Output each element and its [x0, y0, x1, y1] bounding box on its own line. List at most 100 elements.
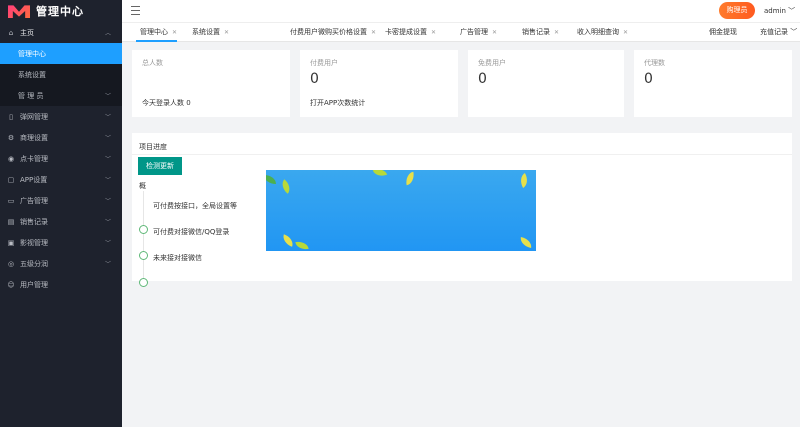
sidebar-item-users[interactable]: ☺ 用户管理: [0, 274, 122, 295]
leaf-decoration: [372, 170, 388, 179]
timeline-item-text: 可付费按接口，全局设置等: [153, 202, 237, 210]
tab-label: 销售记录: [522, 28, 550, 36]
sidebar-item-label: 系统设置: [18, 70, 46, 79]
tab-label: 管理中心: [140, 28, 168, 36]
timeline-item-text: 可付费对接微信/QQ登录: [153, 228, 230, 236]
logo-mark-icon: [8, 4, 30, 18]
sidebar-item-label: 管理中心: [18, 49, 46, 58]
stat-value: 0: [310, 71, 319, 87]
leaf-decoration: [280, 234, 296, 247]
sidebar-item-label: 销售记录: [20, 217, 48, 226]
video-icon: ▣: [7, 238, 15, 247]
stat-card-total: 总人数 今天登录人数 0: [132, 50, 290, 117]
check-update-button[interactable]: 检测更新: [138, 157, 182, 175]
sidebar-item-five-level[interactable]: ◎ 五级分润 ﹀: [0, 253, 122, 274]
chevron-down-icon: ﹀: [104, 135, 111, 142]
sidebar-item-label: 弹网管理: [20, 112, 48, 121]
tab-system-settings[interactable]: 系统设置 ✕: [188, 23, 229, 42]
app-icon: ▢: [7, 175, 15, 184]
user-name: admin: [764, 7, 786, 15]
stat-label: 免费用户: [478, 59, 506, 67]
leaf-decoration: [295, 240, 309, 251]
tab-label: 广告管理: [460, 28, 488, 36]
sidebar-item-admin-center[interactable]: 管理中心: [0, 43, 122, 64]
leaf-decoration: [404, 171, 416, 186]
sidebar-item-merchant-settings[interactable]: ⚙ 商理设置 ﹀: [0, 127, 122, 148]
sidebar-item-sales[interactable]: ▤ 销售记录 ﹀: [0, 211, 122, 232]
sidebar-item-label: 商理设置: [20, 133, 48, 142]
chevron-down-icon: ﹀: [788, 7, 796, 15]
tab-label: 系统设置: [192, 28, 220, 36]
timeline-line: [143, 191, 144, 283]
leaf-decoration: [517, 173, 531, 188]
stat-label: 总人数: [142, 59, 163, 67]
timeline-dot: [139, 225, 148, 234]
close-icon[interactable]: ✕: [492, 29, 497, 36]
chevron-down-icon: ﹀: [104, 219, 111, 226]
panel-title: 项目进度: [139, 143, 167, 151]
close-icon[interactable]: ✕: [431, 29, 436, 36]
chevron-down-icon[interactable]: ﹀: [790, 28, 797, 36]
timeline-item-text: 未来接对接微信: [153, 254, 202, 262]
sidebar-item-ads[interactable]: ▭ 广告管理 ﹀: [0, 190, 122, 211]
banner-image: [266, 170, 536, 251]
divider: [132, 154, 792, 155]
tab-withdraw[interactable]: 佣金提现: [705, 23, 737, 42]
leaf-decoration: [266, 175, 276, 184]
stat-value: 0: [478, 71, 487, 87]
sidebar-item-home[interactable]: ⌂ 主页 ︿: [0, 22, 122, 43]
sidebar-item-video[interactable]: ▣ 影视管理 ﹀: [0, 232, 122, 253]
sidebar-item-system-settings[interactable]: 系统设置: [0, 64, 122, 85]
tab-bar: 管理中心 ✕ 系统设置 ✕ 付费用户微购买价格设置 ✕ 卡密提成设置 ✕ 广告管理 ✕ 销…: [122, 22, 800, 42]
timeline-label: 概: [139, 182, 146, 190]
sidebar-item-label: APP设置: [20, 175, 48, 184]
sidebar: 管理中心 ⌂ 主页 ︿ 管理中心 系统设置 管 理 员 ﹀ ▯ 弹网管理 ﹀ ⚙…: [0, 0, 122, 427]
gear-icon: ⚙: [7, 133, 15, 142]
stat-value: 0: [644, 71, 653, 87]
tab-paid-user-price[interactable]: 付费用户微购买价格设置 ✕: [286, 23, 376, 42]
phone-icon: ▯: [9, 112, 13, 121]
timeline-dot: [139, 278, 148, 287]
tab-income[interactable]: 收入明细查询 ✕: [573, 23, 628, 42]
tab-card-commission[interactable]: 卡密提成设置 ✕: [381, 23, 436, 42]
app-title: 管理中心: [36, 5, 84, 18]
stat-foot: 打开APP次数统计: [310, 99, 366, 107]
stat-card-agents: 代理数 0: [634, 50, 792, 117]
sidebar-item-label: 影视管理: [20, 238, 48, 247]
tab-sales[interactable]: 销售记录 ✕: [518, 23, 559, 42]
sidebar-item-card[interactable]: ◉ 点卡管理 ﹀: [0, 148, 122, 169]
close-icon[interactable]: ✕: [224, 29, 229, 36]
sidebar-item-app-settings[interactable]: ▢ APP设置 ﹀: [0, 169, 122, 190]
chevron-down-icon: ﹀: [104, 156, 111, 163]
sidebar-item-label: 点卡管理: [20, 154, 48, 163]
sidebar-item-label: 用户管理: [20, 280, 48, 289]
chevron-down-icon: ﹀: [104, 177, 111, 184]
close-icon[interactable]: ✕: [371, 29, 376, 36]
timeline-dot: [139, 251, 148, 260]
tab-label: 充值记录: [760, 28, 788, 36]
menu-toggle-icon[interactable]: [131, 6, 140, 15]
chevron-down-icon: ﹀: [104, 261, 111, 268]
stat-card-paid: 付费用户 0 打开APP次数统计: [300, 50, 458, 117]
chevron-down-icon: ﹀: [104, 114, 111, 121]
tab-label: 付费用户微购买价格设置: [290, 28, 367, 36]
chevron-up-icon: ︿: [104, 30, 111, 37]
sidebar-item-phone[interactable]: ▯ 弹网管理 ﹀: [0, 106, 122, 127]
buy-button[interactable]: 购理员: [719, 2, 755, 19]
tab-ads[interactable]: 广告管理 ✕: [456, 23, 497, 42]
user-menu[interactable]: admin ﹀: [764, 6, 795, 16]
close-icon[interactable]: ✕: [623, 29, 628, 36]
logo[interactable]: 管理中心: [0, 0, 122, 22]
sidebar-subgroup-home: 管理中心 系统设置 管 理 员 ﹀: [0, 43, 122, 106]
close-icon[interactable]: ✕: [172, 29, 177, 36]
stat-card-free: 免费用户 0: [468, 50, 624, 117]
stat-foot: 今天登录人数 0: [142, 99, 191, 107]
sidebar-item-label: 广告管理: [20, 196, 48, 205]
sidebar-item-administrators[interactable]: 管 理 员 ﹀: [0, 85, 122, 106]
tab-recharge[interactable]: 充值记录 ﹀: [756, 23, 797, 42]
tab-admin-center[interactable]: 管理中心 ✕: [136, 23, 178, 42]
close-icon[interactable]: ✕: [554, 29, 559, 36]
tab-label: 收入明细查询: [577, 28, 619, 36]
stat-label: 代理数: [644, 59, 665, 67]
sidebar-item-label: 五级分润: [20, 259, 48, 268]
